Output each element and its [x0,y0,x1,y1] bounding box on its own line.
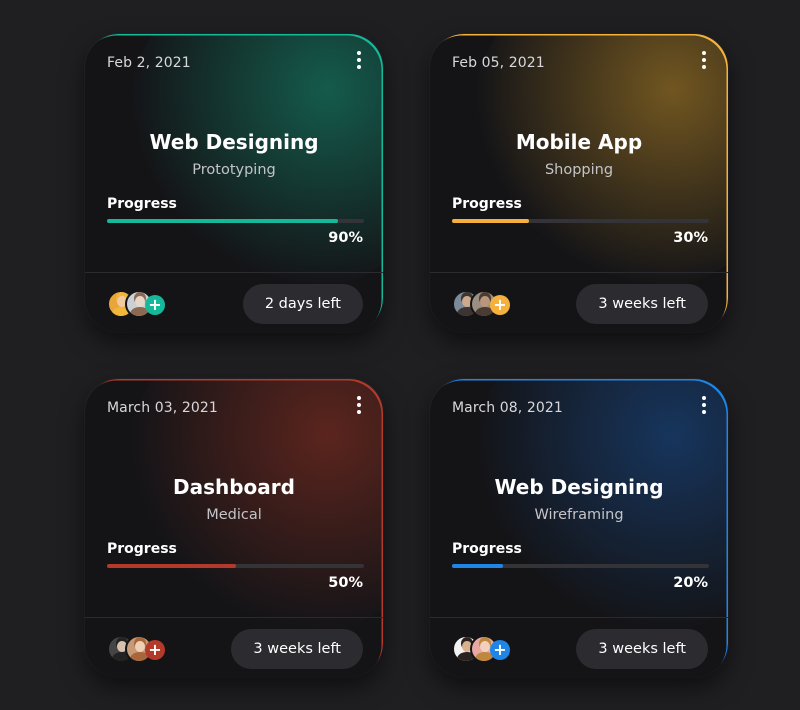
progress-percent: 20% [673,575,708,591]
more-options-icon[interactable] [349,395,369,415]
time-left-badge[interactable]: 3 weeks left [231,629,363,669]
time-left-badge[interactable]: 2 days left [243,284,363,324]
card-date: Feb 05, 2021 [452,55,545,71]
project-card: Feb 2, 2021 Web Designing Prototyping Pr… [85,34,383,332]
progress-track [107,564,364,568]
card-date: Feb 2, 2021 [107,55,191,71]
more-options-icon[interactable] [694,50,714,70]
card-subtitle: Prototyping [85,162,383,178]
progress-fill [107,564,236,568]
project-card: Feb 05, 2021 Mobile App Shopping Progres… [430,34,728,332]
progress-fill [107,219,338,223]
progress-track [452,219,709,223]
progress-percent: 30% [673,230,708,246]
card-title: Dashboard [85,475,383,499]
progress-percent: 90% [328,230,363,246]
project-card: March 08, 2021 Web Designing Wireframing… [430,379,728,677]
project-cards-grid: Feb 2, 2021 Web Designing Prototyping Pr… [0,0,800,710]
progress-label: Progress [452,196,522,212]
progress-fill [452,219,529,223]
card-title: Mobile App [430,130,728,154]
more-options-icon[interactable] [349,50,369,70]
project-card: March 03, 2021 Dashboard Medical Progres… [85,379,383,677]
card-subtitle: Medical [85,507,383,523]
progress-fill [452,564,503,568]
progress-label: Progress [452,541,522,557]
card-subtitle: Shopping [430,162,728,178]
card-subtitle: Wireframing [430,507,728,523]
add-member-icon[interactable]: + [145,295,165,315]
card-divider [85,617,383,618]
progress-label: Progress [107,541,177,557]
card-divider [85,272,383,273]
progress-label: Progress [107,196,177,212]
add-member-icon[interactable]: + [490,295,510,315]
time-left-badge[interactable]: 3 weeks left [576,629,708,669]
card-divider [430,272,728,273]
time-left-badge[interactable]: 3 weeks left [576,284,708,324]
card-title: Web Designing [85,130,383,154]
card-date: March 08, 2021 [452,400,563,416]
add-member-icon[interactable]: + [145,640,165,660]
more-options-icon[interactable] [694,395,714,415]
card-title: Web Designing [430,475,728,499]
progress-track [452,564,709,568]
add-member-icon[interactable]: + [490,640,510,660]
progress-percent: 50% [328,575,363,591]
card-date: March 03, 2021 [107,400,218,416]
card-divider [430,617,728,618]
progress-track [107,219,364,223]
